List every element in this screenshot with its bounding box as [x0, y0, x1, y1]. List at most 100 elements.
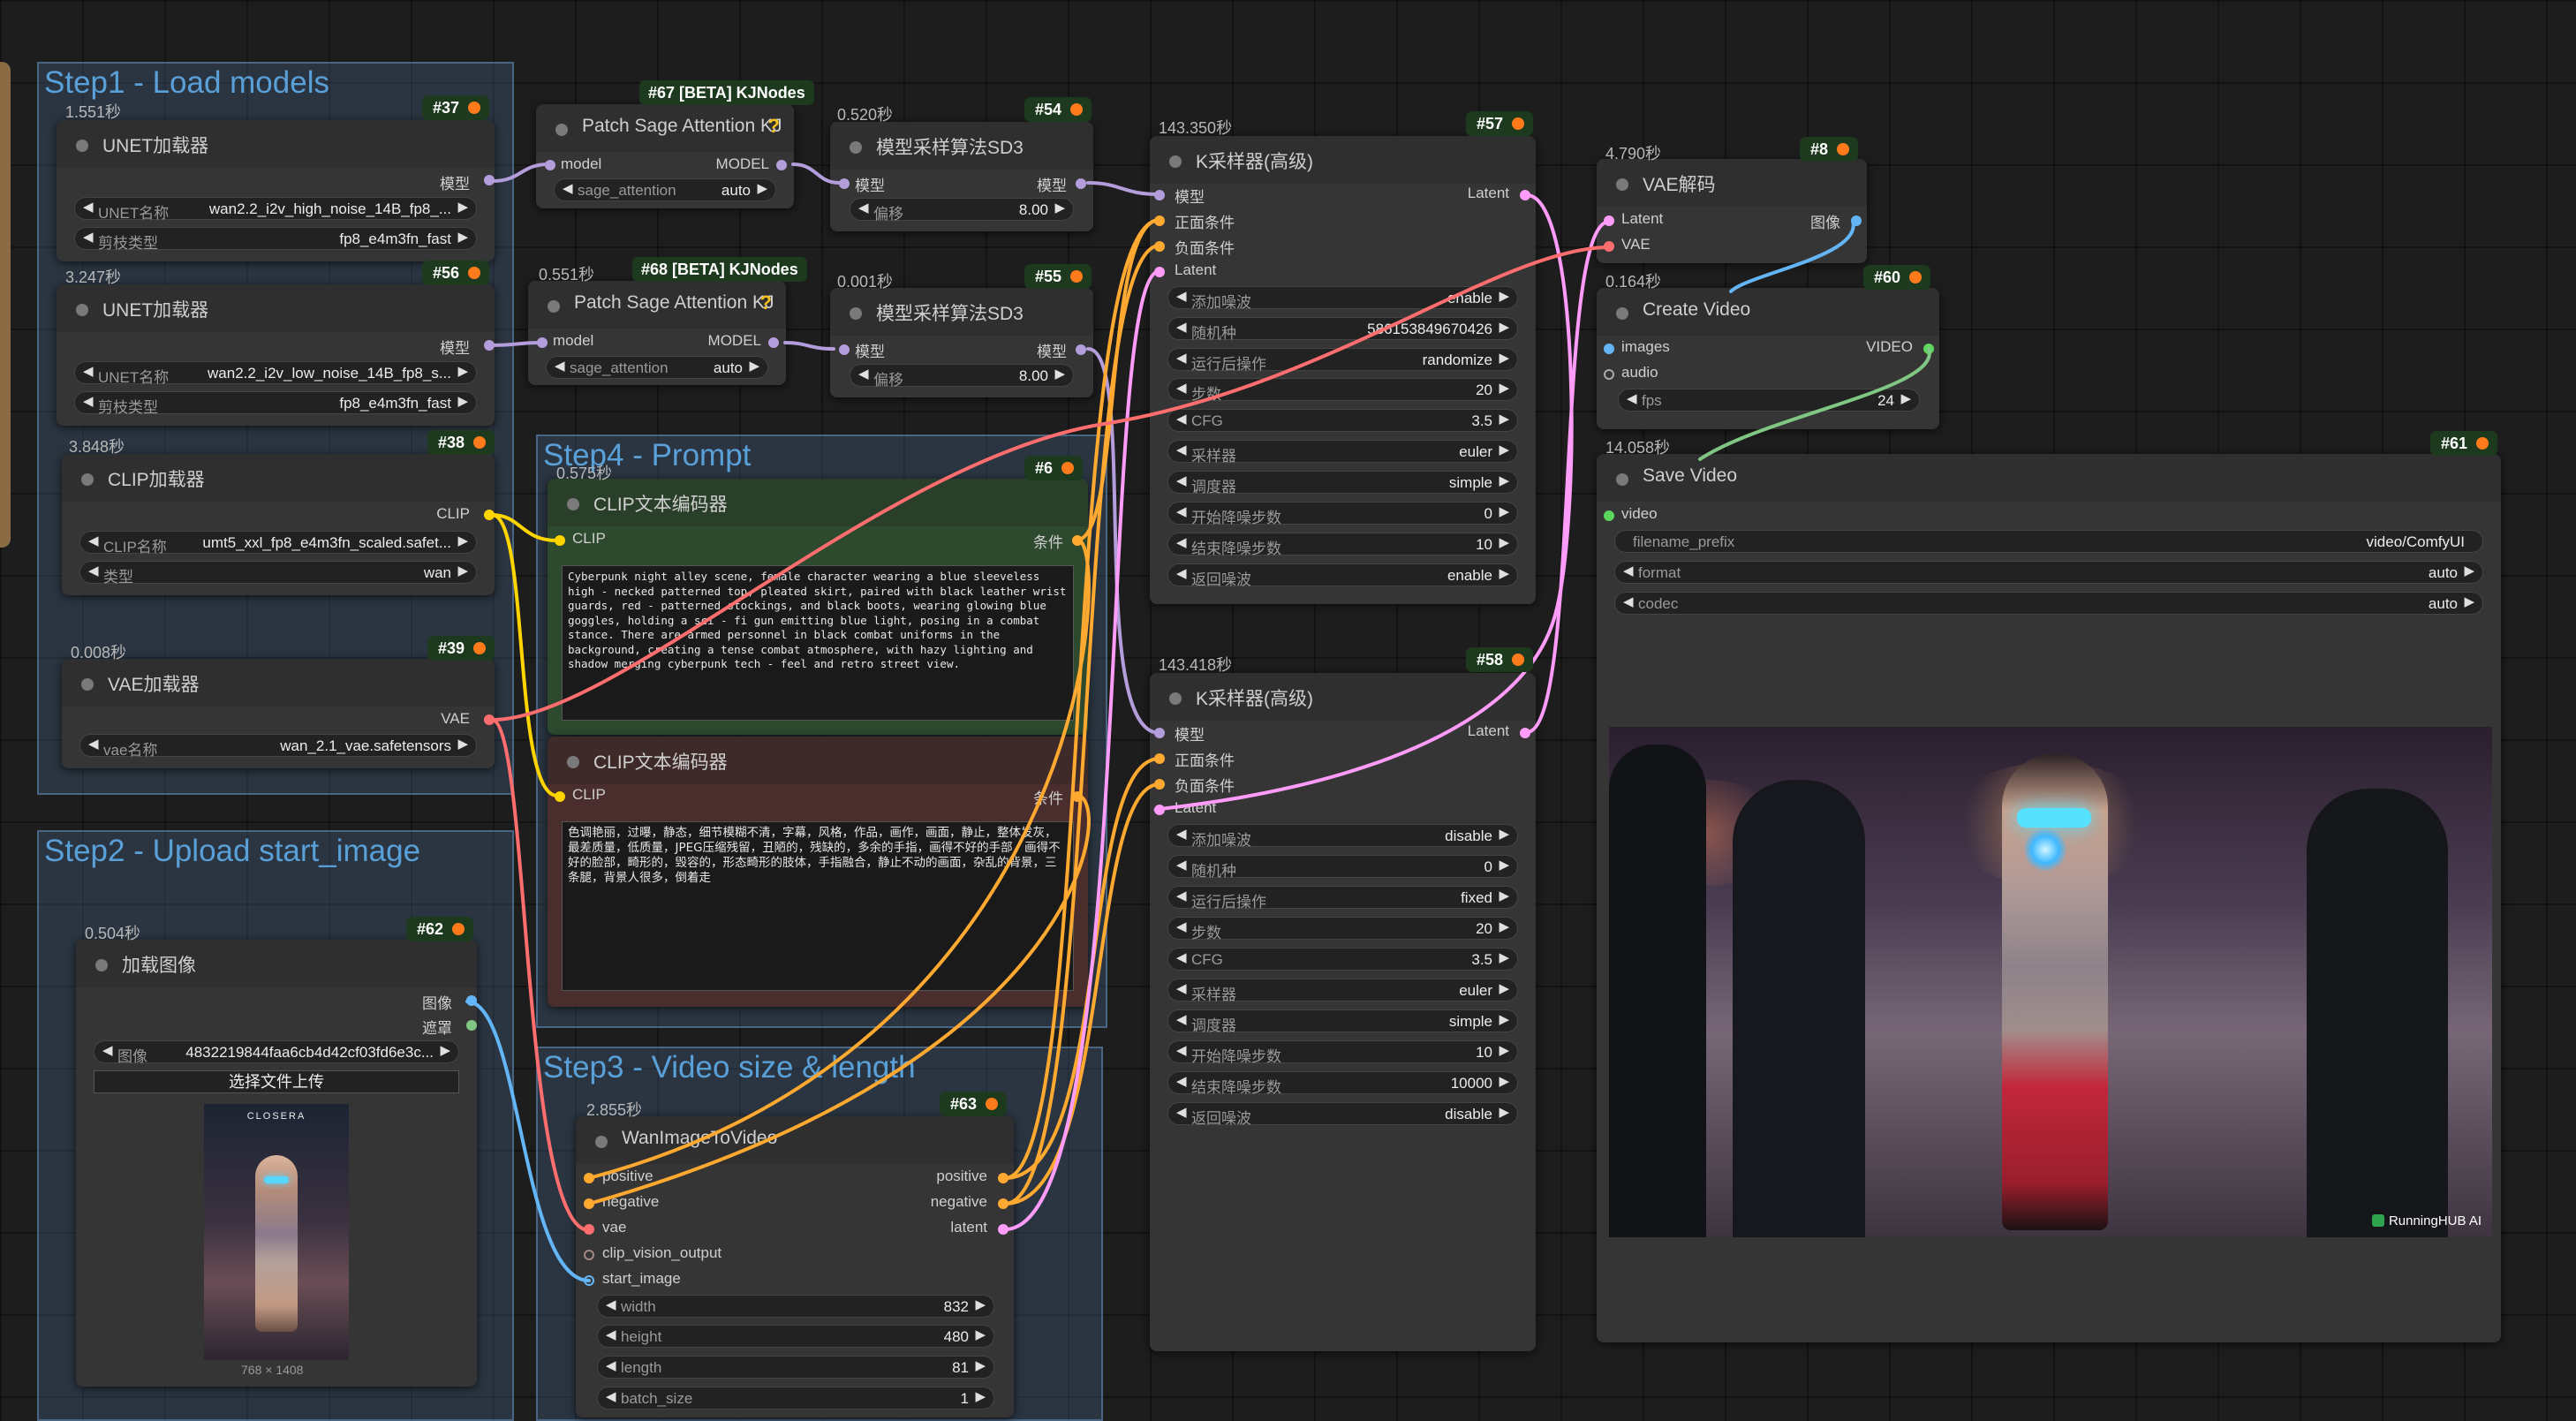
input-clip-socket[interactable] [555, 791, 565, 802]
arrow-left-icon[interactable]: ◀ [1623, 593, 1634, 609]
batch-size-number-input[interactable]: ◀ batch_size 1 ▶ [597, 1387, 994, 1410]
arrow-left-icon[interactable]: ◀ [1176, 1011, 1187, 1027]
collapse-dot-icon[interactable] [555, 124, 568, 136]
arrow-right-icon[interactable]: ▶ [1499, 857, 1509, 873]
arrow-left-icon[interactable]: ◀ [1176, 442, 1187, 457]
return-noise-select[interactable]: ◀ 返回噪波 disable ▶ [1167, 1102, 1518, 1127]
collapse-dot-icon[interactable] [595, 1136, 608, 1148]
arrow-right-icon[interactable]: ▶ [975, 1296, 986, 1312]
fps-number-input[interactable]: ◀ fps 24 ▶ [1618, 389, 1920, 412]
input-start-image-socket[interactable] [584, 1275, 594, 1286]
shift-number-input[interactable]: ◀ 偏移 8.00 ▶ [850, 198, 1074, 223]
input-latent-socket[interactable] [1154, 805, 1165, 815]
help-icon[interactable]: ? [768, 115, 780, 138]
arrow-left-icon[interactable]: ◀ [102, 1042, 113, 1058]
arrow-left-icon[interactable]: ◀ [1176, 288, 1187, 304]
arrow-left-icon[interactable]: ◀ [1176, 980, 1187, 996]
arrow-right-icon[interactable]: ▶ [1499, 565, 1509, 581]
arrow-left-icon[interactable]: ◀ [88, 736, 99, 752]
arrow-left-icon[interactable]: ◀ [88, 533, 99, 548]
arrow-left-icon[interactable]: ◀ [1176, 1104, 1187, 1120]
sampler-select[interactable]: ◀ 采样器 euler ▶ [1167, 979, 1518, 1003]
output-model-socket[interactable] [484, 175, 495, 185]
input-model-socket[interactable] [1154, 190, 1165, 200]
arrow-right-icon[interactable]: ▶ [749, 358, 759, 374]
arrow-right-icon[interactable]: ▶ [457, 736, 468, 752]
arrow-right-icon[interactable]: ▶ [975, 1327, 986, 1342]
start-step-number-input[interactable]: ◀ 开始降噪步数 10 ▶ [1167, 1040, 1518, 1065]
arrow-right-icon[interactable]: ▶ [2464, 593, 2474, 609]
length-number-input[interactable]: ◀ length 81 ▶ [597, 1356, 994, 1379]
arrow-right-icon[interactable]: ▶ [1499, 1073, 1509, 1089]
input-model-socket[interactable] [545, 160, 555, 170]
collapse-dot-icon[interactable] [1169, 155, 1182, 168]
output-negative-socket[interactable] [998, 1198, 1008, 1209]
arrow-right-icon[interactable]: ▶ [457, 363, 468, 379]
output-video-socket[interactable] [1923, 344, 1934, 354]
arrow-left-icon[interactable]: ◀ [1176, 1073, 1187, 1089]
arrow-left-icon[interactable]: ◀ [858, 366, 869, 382]
arrow-right-icon[interactable]: ▶ [1499, 472, 1509, 488]
arrow-left-icon[interactable]: ◀ [1176, 826, 1187, 842]
arrow-left-icon[interactable]: ◀ [1176, 949, 1187, 965]
output-image-socket[interactable] [1851, 215, 1862, 226]
node-patch-sage-attention-1[interactable]: Patch Sage Attention KJ ? model MODEL ◀ … [536, 104, 794, 208]
seed-number-input[interactable]: ◀ 随机种 586153849670426 ▶ [1167, 317, 1518, 342]
arrow-left-icon[interactable]: ◀ [1176, 918, 1187, 934]
cfg-number-input[interactable]: ◀ CFG 3.5 ▶ [1167, 409, 1518, 432]
shift-number-input[interactable]: ◀ 偏移 8.00 ▶ [850, 364, 1074, 389]
output-mask-socket[interactable] [466, 1020, 477, 1031]
arrow-left-icon[interactable]: ◀ [1176, 1042, 1187, 1058]
node-vae-decode[interactable]: VAE解码 Latent VAE 图像 [1597, 159, 1867, 263]
output-image-socket[interactable] [466, 995, 477, 1006]
input-audio-socket[interactable] [1604, 369, 1614, 380]
collapse-dot-icon[interactable] [1169, 692, 1182, 705]
arrow-right-icon[interactable]: ▶ [1499, 288, 1509, 304]
collapse-dot-icon[interactable] [76, 304, 88, 316]
collapse-dot-icon[interactable] [95, 959, 108, 971]
arrow-left-icon[interactable]: ◀ [83, 199, 94, 215]
weight-dtype-select[interactable]: ◀ 剪枝类型 fp8_e4m3fn_fast ▶ [74, 391, 477, 416]
node-unet-loader-high[interactable]: UNET加载器 模型 ◀ UNET名称 wan2.2_i2v_high_nois… [57, 120, 495, 261]
clip-name-select[interactable]: ◀ CLIP名称 umt5_xxl_fp8_e4m3fn_scaled.safe… [79, 531, 477, 556]
arrow-left-icon[interactable]: ◀ [1176, 565, 1187, 581]
control-after-generate-select[interactable]: ◀ 运行后操作 fixed ▶ [1167, 886, 1518, 911]
collapse-dot-icon[interactable] [1616, 307, 1628, 320]
arrow-left-icon[interactable]: ◀ [1176, 857, 1187, 873]
input-negative-socket[interactable] [1154, 241, 1165, 252]
unet-name-select[interactable]: ◀ UNET名称 wan2.2_i2v_high_noise_14B_fp8_.… [74, 197, 477, 222]
arrow-right-icon[interactable]: ▶ [2464, 563, 2474, 578]
output-model-socket[interactable] [776, 160, 787, 170]
input-latent-socket[interactable] [1154, 267, 1165, 277]
arrow-left-icon[interactable]: ◀ [606, 1388, 616, 1404]
node-model-sampling-sd3-2[interactable]: 模型采样算法SD3 模型 模型 ◀ 偏移 8.00 ▶ [830, 288, 1093, 397]
arrow-right-icon[interactable]: ▶ [1499, 1042, 1509, 1058]
input-negative-socket[interactable] [584, 1198, 594, 1209]
start-step-number-input[interactable]: ◀ 开始降噪步数 0 ▶ [1167, 502, 1518, 526]
arrow-left-icon[interactable]: ◀ [606, 1296, 616, 1312]
upload-file-button[interactable]: 选择文件上传 [94, 1070, 459, 1093]
input-vae-socket[interactable] [1604, 241, 1614, 252]
arrow-right-icon[interactable]: ▶ [1499, 980, 1509, 996]
format-select[interactable]: ◀ format auto ▶ [1614, 561, 2483, 584]
collapse-dot-icon[interactable] [81, 678, 94, 691]
input-positive-socket[interactable] [584, 1173, 594, 1183]
output-positive-socket[interactable] [998, 1173, 1008, 1183]
arrow-left-icon[interactable]: ◀ [606, 1327, 616, 1342]
clip-type-select[interactable]: ◀ 类型 wan ▶ [79, 561, 477, 586]
input-model-socket[interactable] [537, 337, 548, 348]
vae-name-select[interactable]: ◀ vae名称 wan_2.1_vae.safetensors ▶ [79, 734, 477, 759]
node-clip-text-encode-positive[interactable]: CLIP文本编码器 CLIP 条件 Cyberpunk night alley … [548, 479, 1088, 735]
cfg-number-input[interactable]: ◀ CFG 3.5 ▶ [1167, 948, 1518, 971]
arrow-right-icon[interactable]: ▶ [1054, 200, 1065, 215]
output-model-socket[interactable] [484, 340, 495, 351]
collapse-dot-icon[interactable] [1616, 473, 1628, 486]
width-number-input[interactable]: ◀ width 832 ▶ [597, 1295, 994, 1318]
collapse-dot-icon[interactable] [567, 498, 579, 510]
arrow-right-icon[interactable]: ▶ [457, 533, 468, 548]
arrow-right-icon[interactable]: ▶ [1499, 534, 1509, 550]
input-vae-socket[interactable] [584, 1224, 594, 1235]
node-vae-loader[interactable]: VAE加载器 VAE ◀ vae名称 wan_2.1_vae.safetenso… [62, 659, 495, 768]
arrow-left-icon[interactable]: ◀ [1176, 888, 1187, 903]
arrow-right-icon[interactable]: ▶ [1900, 390, 1911, 406]
